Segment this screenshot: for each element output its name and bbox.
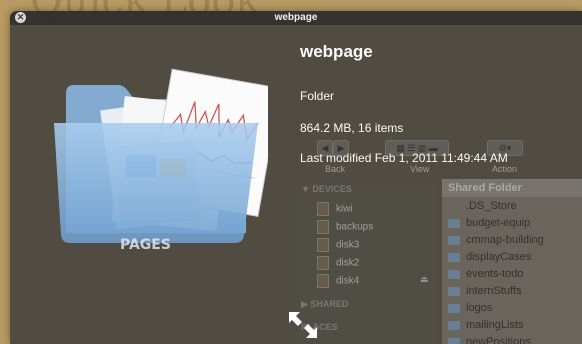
folder-icon bbox=[448, 252, 460, 262]
folder-badge-text: PAGES bbox=[120, 237, 171, 253]
list-item: internStuffs bbox=[448, 285, 521, 297]
folder-icon bbox=[448, 235, 460, 245]
shared-header: ▶ SHARED bbox=[301, 299, 349, 309]
background-finder-window: ◀ ▶ ▦ ☰ ▥ ▬ ⚙▾ Back View Action ▼ DEVICE… bbox=[295, 137, 582, 344]
list-item: logos bbox=[448, 302, 492, 314]
list-item: budget-equip bbox=[448, 217, 530, 229]
list-item: cmmap-building bbox=[448, 234, 544, 246]
disk-icon bbox=[317, 256, 329, 270]
folder-icon bbox=[448, 269, 460, 279]
quick-look-panel: ✕ webpage ◀ ▶ ▦ ☰ ▥ ▬ ⚙▾ Back View Actio… bbox=[10, 11, 582, 344]
disk-icon bbox=[317, 238, 329, 252]
fullscreen-icon[interactable] bbox=[288, 311, 318, 339]
disk-icon bbox=[317, 202, 329, 216]
view-label: View bbox=[410, 164, 430, 174]
item-kind: Folder bbox=[300, 89, 335, 103]
sidebar-device: disk4 bbox=[317, 274, 359, 288]
list-header: Shared Folder bbox=[442, 179, 582, 197]
folder-icon bbox=[448, 286, 460, 296]
item-modified-date: Last modified Feb 1, 2011 11:49:44 AM bbox=[300, 151, 508, 165]
sidebar-device: disk2 bbox=[317, 256, 359, 270]
window-title: webpage bbox=[274, 12, 318, 23]
list-item: events-todo bbox=[448, 268, 523, 280]
folder-icon bbox=[448, 218, 460, 228]
item-name: webpage bbox=[300, 42, 373, 61]
folder-icon bbox=[448, 320, 460, 330]
finder-file-list: Shared Folder .DS_Store budget-equip cmm… bbox=[442, 179, 582, 344]
sidebar-device: disk3 bbox=[317, 238, 359, 252]
action-label: Action bbox=[492, 164, 518, 174]
folder-preview-icon: PAGES bbox=[54, 68, 268, 253]
item-size: 864.2 MB, 16 items bbox=[300, 121, 404, 135]
back-label: Back bbox=[325, 164, 346, 174]
sidebar-device: backups bbox=[317, 220, 373, 234]
disk-icon bbox=[317, 220, 329, 234]
disk-icon bbox=[317, 274, 329, 288]
folder-icon bbox=[448, 303, 460, 313]
list-item: newPositions bbox=[448, 336, 531, 344]
list-item: mailingLists bbox=[448, 319, 523, 331]
eject-icon: ⏏ bbox=[420, 274, 429, 284]
title-bar: ✕ webpage bbox=[10, 11, 582, 25]
devices-header: ▼ DEVICES bbox=[301, 184, 352, 194]
sidebar-device: kiwi bbox=[317, 202, 353, 216]
folder-icon bbox=[448, 337, 460, 344]
list-item: .DS_Store bbox=[466, 200, 517, 212]
list-item: displayCases bbox=[448, 251, 531, 263]
